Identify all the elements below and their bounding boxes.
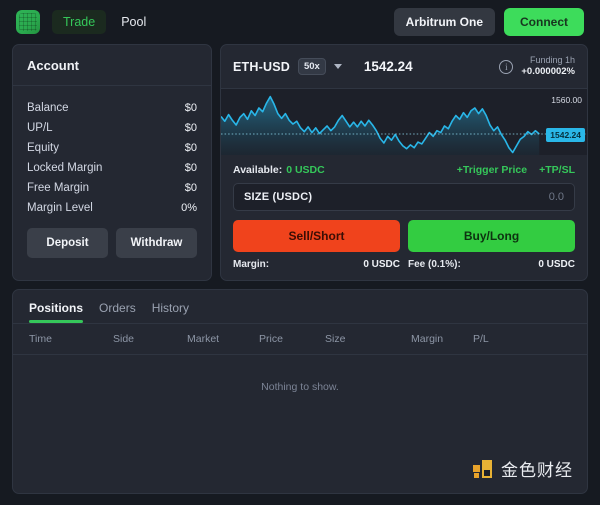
account-panel: Account Balance $0 UP/L $0 Equity $0 Loc… (12, 44, 212, 281)
tpsl-link[interactable]: +TP/SL (539, 164, 575, 176)
account-value-upl: $0 (184, 122, 197, 134)
account-row-margin-level: Margin Level 0% (27, 198, 197, 218)
account-label-locked-margin: Locked Margin (27, 162, 103, 174)
account-row-upl: UP/L $0 (27, 118, 197, 138)
column-market: Market (187, 333, 220, 345)
main-row: Account Balance $0 UP/L $0 Equity $0 Loc… (8, 44, 592, 281)
funding-value: +0.000002% (521, 66, 575, 78)
deposit-button[interactable]: Deposit (27, 228, 108, 258)
account-row-balance: Balance $0 (27, 98, 197, 118)
positions-panel: Positions Orders History Time Side Marke… (12, 289, 588, 494)
account-label-margin-level: Margin Level (27, 202, 93, 214)
trading-app: Trade Pool Arbitrum One Connect Account … (0, 0, 600, 505)
top-bar: Trade Pool Arbitrum One Connect (8, 0, 592, 44)
column-size: Size (325, 333, 346, 345)
account-value-locked-margin: $0 (184, 162, 197, 174)
price-chart[interactable]: 1560.00 1542.24 (221, 89, 587, 155)
trigger-price-link[interactable]: +Trigger Price (457, 164, 527, 176)
account-value-balance: $0 (184, 102, 197, 114)
order-summary: Margin: 0 USDC Fee (0.1%): 0 USDC (233, 259, 575, 270)
fee-summary: Fee (0.1%): 0 USDC (400, 259, 575, 270)
order-extra-links: +Trigger Price +TP/SL (457, 164, 575, 176)
order-form: Available: 0 USDC +Trigger Price +TP/SL … (221, 155, 587, 280)
table-header-row: Time Side Market Price Size Margin P/L (13, 324, 587, 355)
account-row-locked-margin: Locked Margin $0 (27, 158, 197, 178)
margin-summary: Margin: 0 USDC (233, 259, 400, 270)
margin-value: 0 USDC (363, 259, 400, 270)
order-side-buttons: Sell/Short Buy/Long (233, 220, 575, 252)
funding-block: i Funding 1h +0.000002% (499, 55, 575, 78)
network-selector-button[interactable]: Arbitrum One (393, 8, 495, 36)
size-input[interactable]: SIZE (USDC) 0.0 (233, 183, 575, 211)
account-row-equity: Equity $0 (27, 138, 197, 158)
chart-axis-label: 1560.00 (551, 95, 582, 106)
funding-label: Funding 1h (529, 55, 575, 65)
withdraw-button[interactable]: Withdraw (116, 228, 197, 258)
top-bar-actions: Arbitrum One Connect (393, 8, 588, 36)
size-input-value: 0.0 (548, 191, 564, 203)
sell-short-button[interactable]: Sell/Short (233, 220, 400, 252)
column-side: Side (113, 333, 135, 345)
buy-long-button[interactable]: Buy/Long (408, 220, 575, 252)
account-actions: Deposit Withdraw (13, 218, 211, 258)
chart-area-fill (221, 96, 540, 155)
leverage-badge[interactable]: 50x (297, 58, 326, 76)
current-price-badge: 1542.24 (546, 128, 585, 143)
account-value-equity: $0 (184, 142, 197, 154)
available-value: 0 USDC (286, 164, 325, 176)
account-label-equity: Equity (27, 142, 59, 154)
connect-wallet-button[interactable]: Connect (504, 8, 584, 36)
nav-item-trade[interactable]: Trade (52, 10, 107, 34)
tab-orders[interactable]: Orders (99, 301, 136, 323)
market-price: 1542.24 (363, 59, 413, 75)
available-row: Available: 0 USDC +Trigger Price +TP/SL (233, 164, 575, 176)
watermark-text: 金色财经 (501, 461, 573, 481)
available-label: Available: (233, 164, 283, 176)
market-symbol[interactable]: ETH-USD (233, 60, 290, 74)
column-margin: Margin (411, 333, 444, 345)
account-label-balance: Balance (27, 102, 69, 114)
column-time: Time (29, 333, 52, 345)
column-pl: P/L (473, 333, 489, 345)
chevron-down-icon[interactable] (333, 64, 342, 70)
app-logo-icon (16, 10, 40, 34)
watermark: 金色财经 (472, 456, 573, 481)
margin-label: Margin: (233, 259, 270, 270)
watermark-icon (472, 458, 494, 480)
account-row-free-margin: Free Margin $0 (27, 178, 197, 198)
tab-history[interactable]: History (152, 301, 189, 323)
fee-label: Fee (0.1%): (408, 259, 461, 270)
positions-tabs: Positions Orders History (13, 290, 587, 323)
size-input-label: SIZE (USDC) (244, 191, 313, 203)
info-icon[interactable]: i (499, 59, 514, 74)
account-title: Account (13, 45, 211, 86)
nav-item-pool[interactable]: Pool (110, 10, 157, 34)
tab-positions[interactable]: Positions (29, 301, 84, 323)
trade-panel: ETH-USD 50x 1542.24 i Funding 1h +0.0000… (220, 44, 588, 281)
account-label-upl: UP/L (27, 122, 53, 134)
price-chart-svg (221, 95, 587, 155)
account-value-free-margin: $0 (184, 182, 197, 194)
account-label-free-margin: Free Margin (27, 182, 89, 194)
empty-state-message: Nothing to show. (261, 381, 339, 393)
fee-value: 0 USDC (538, 259, 575, 270)
column-price: Price (259, 333, 283, 345)
funding-rate: Funding 1h +0.000002% (521, 55, 575, 78)
main-nav: Trade Pool (52, 10, 157, 34)
account-stats: Balance $0 UP/L $0 Equity $0 Locked Marg… (13, 86, 211, 218)
watermark-glyph (473, 459, 492, 478)
account-value-margin-level: 0% (181, 202, 197, 214)
market-header: ETH-USD 50x 1542.24 i Funding 1h +0.0000… (221, 45, 587, 90)
